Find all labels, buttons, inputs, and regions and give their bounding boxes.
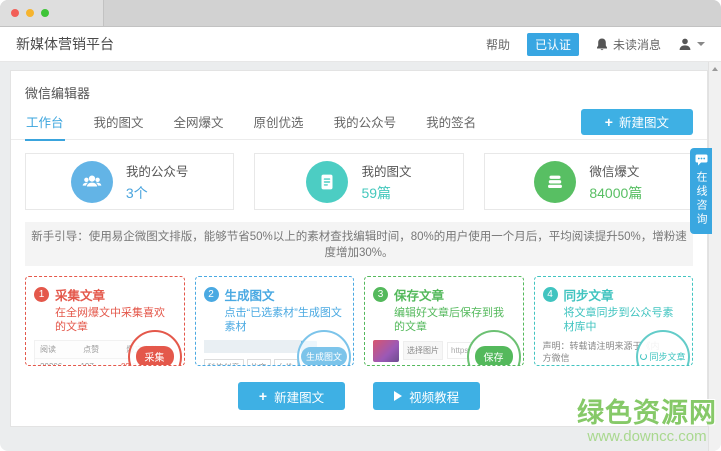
sync-ring: 同步文章 <box>636 330 690 367</box>
stat-card-articles[interactable]: 我的图文 59篇 <box>254 153 463 210</box>
help-link[interactable]: 帮助 <box>486 36 510 53</box>
step-title: 同步文章 <box>564 285 614 304</box>
sync-button-illustration: 同步文章 <box>640 350 685 363</box>
plus-icon: + <box>605 114 613 130</box>
tag: 女性 <box>274 359 298 367</box>
watermark-title: 绿色资源网 <box>577 399 717 429</box>
users-icon <box>71 161 113 203</box>
tab-workbench[interactable]: 工作台 <box>25 102 65 141</box>
tab-original-picks[interactable]: 原创优选 <box>253 102 305 141</box>
step-card-save: 3 保存文章 编辑好文章后保存到我的文章 选择图片 https://mmbiz.… <box>364 276 524 366</box>
mini-col-reads: 阅读 <box>40 344 83 355</box>
tab-my-signature[interactable]: 我的签名 <box>425 102 477 141</box>
step-number-badge: 3 <box>373 287 388 302</box>
step-number-badge: 2 <box>204 287 219 302</box>
chat-icon <box>695 154 708 166</box>
mini-val-likes: 197 <box>80 362 120 367</box>
panel-title: 微信编辑器 <box>11 71 707 104</box>
step-number-badge: 1 <box>34 287 49 302</box>
mini-pick-image-label: 选择图片 <box>403 341 443 360</box>
step-illustration: 科技创意 体育 女性 互联网 生成图文 <box>204 340 346 367</box>
scrollbar[interactable] <box>708 62 721 451</box>
stack-icon <box>534 161 576 203</box>
header-actions: 帮助 已认证 未读消息 <box>486 33 705 56</box>
beginner-guide-notice: 新手引导：使用易企微图文排版，能够节省50%以上的素材查找编辑时间，80%的用户… <box>25 222 693 266</box>
play-icon <box>394 391 402 401</box>
generate-ring: 生成图文 <box>297 330 351 367</box>
tab-my-articles[interactable]: 我的图文 <box>93 102 145 141</box>
page-body: 微信编辑器 工作台 我的图文 全网爆文 原创优选 我的公众号 我的签名 + 新建… <box>0 62 721 451</box>
stat-label: 微信爆文 <box>589 161 642 180</box>
stat-value: 3个 <box>126 183 189 203</box>
new-article-footer-button[interactable]: + 新建图文 <box>238 382 345 410</box>
tab-hot-articles[interactable]: 全网爆文 <box>173 102 225 141</box>
step-title: 保存文章 <box>394 285 444 304</box>
app-title: 新媒体营销平台 <box>16 34 114 54</box>
step-card-collect: 1 采集文章 在全网爆文中采集喜欢的文章 阅读 点赞 爆文指数 29 <box>25 276 185 366</box>
tab-my-accounts[interactable]: 我的公众号 <box>333 102 398 141</box>
online-consult-tab[interactable]: 在线咨询 <box>690 148 712 234</box>
collect-button-illustration: 采集 <box>136 346 174 366</box>
user-menu[interactable] <box>678 37 705 51</box>
step-title: 采集文章 <box>55 285 105 304</box>
tag: 体育 <box>247 359 271 367</box>
browser-window: 新媒体营销平台 帮助 已认证 未读消息 微信编辑器 工作台 我的图文 全网爆文 <box>0 0 721 451</box>
video-tutorial-button[interactable]: 视频教程 <box>373 382 480 410</box>
save-button-illustration: 保存 <box>475 346 513 366</box>
mini-image-thumbnail <box>373 340 399 362</box>
watermark: 绿色资源网 www.downcc.com <box>577 399 717 445</box>
save-ring: 保存 <box>467 330 521 367</box>
close-window-button[interactable] <box>11 9 19 17</box>
step-card-sync: 4 同步文章 将文章同步到公众号素材库中 声明：转载请注明来源于《内 方微信 <box>534 276 694 366</box>
generate-button-illustration: 生成图文 <box>301 347 347 366</box>
bell-icon <box>596 38 608 51</box>
stat-value: 84000篇 <box>589 183 642 203</box>
watermark-url: www.downcc.com <box>577 429 717 446</box>
collect-ring: 采集 <box>128 330 182 367</box>
browser-titlebar <box>0 0 721 27</box>
tag: 科技创意 <box>204 359 244 367</box>
mini-val-reads: 29206 <box>40 362 80 367</box>
online-consult-label: 在线咨询 <box>693 171 709 227</box>
stat-card-accounts[interactable]: 我的公众号 3个 <box>25 153 234 210</box>
step-illustration: 阅读 点赞 爆文指数 29206 197 89.37 采集 <box>34 340 176 367</box>
stats-row: 我的公众号 3个 我的图文 59篇 <box>11 140 707 222</box>
stat-value: 59篇 <box>361 183 411 203</box>
scroll-up-icon[interactable] <box>712 67 718 71</box>
step-title: 生成图文 <box>225 285 275 304</box>
steps-row: 1 采集文章 在全网爆文中采集喜欢的文章 阅读 点赞 爆文指数 29 <box>11 266 707 372</box>
user-icon <box>678 37 692 51</box>
maximize-window-button[interactable] <box>41 9 49 17</box>
minimize-window-button[interactable] <box>26 9 34 17</box>
stat-card-hot-articles[interactable]: 微信爆文 84000篇 <box>484 153 693 210</box>
chevron-down-icon <box>697 42 705 46</box>
step-card-generate: 2 生成图文 点击“已选素材”生成图文素材 科技创意 体育 女性 互联网 <box>195 276 355 366</box>
unread-messages-link[interactable]: 未读消息 <box>596 36 661 53</box>
browser-tab[interactable] <box>0 0 104 26</box>
stat-label: 我的公众号 <box>126 161 189 180</box>
stat-label: 我的图文 <box>361 161 411 180</box>
new-article-footer-label: 新建图文 <box>274 387 324 406</box>
app-header: 新媒体营销平台 帮助 已认证 未读消息 <box>0 27 721 62</box>
step-number-badge: 4 <box>543 287 558 302</box>
unread-messages-label: 未读消息 <box>613 36 661 53</box>
mini-col-likes: 点赞 <box>83 344 126 355</box>
sync-icon <box>640 353 647 360</box>
plus-icon: + <box>259 388 267 404</box>
verified-badge[interactable]: 已认证 <box>527 33 579 56</box>
new-article-button[interactable]: + 新建图文 <box>581 109 693 135</box>
tab-bar: 工作台 我的图文 全网爆文 原创优选 我的公众号 我的签名 + 新建图文 <box>11 104 707 140</box>
document-icon <box>306 161 348 203</box>
step-illustration: 声明：转载请注明来源于《内 方微信 同步文章 <box>543 340 685 367</box>
video-tutorial-label: 视频教程 <box>409 387 459 406</box>
new-article-label: 新建图文 <box>619 112 669 131</box>
step-illustration: 选择图片 https://mmbiz.qpi 保存 <box>373 340 515 367</box>
editor-panel: 微信编辑器 工作台 我的图文 全网爆文 原创优选 我的公众号 我的签名 + 新建… <box>10 70 708 427</box>
